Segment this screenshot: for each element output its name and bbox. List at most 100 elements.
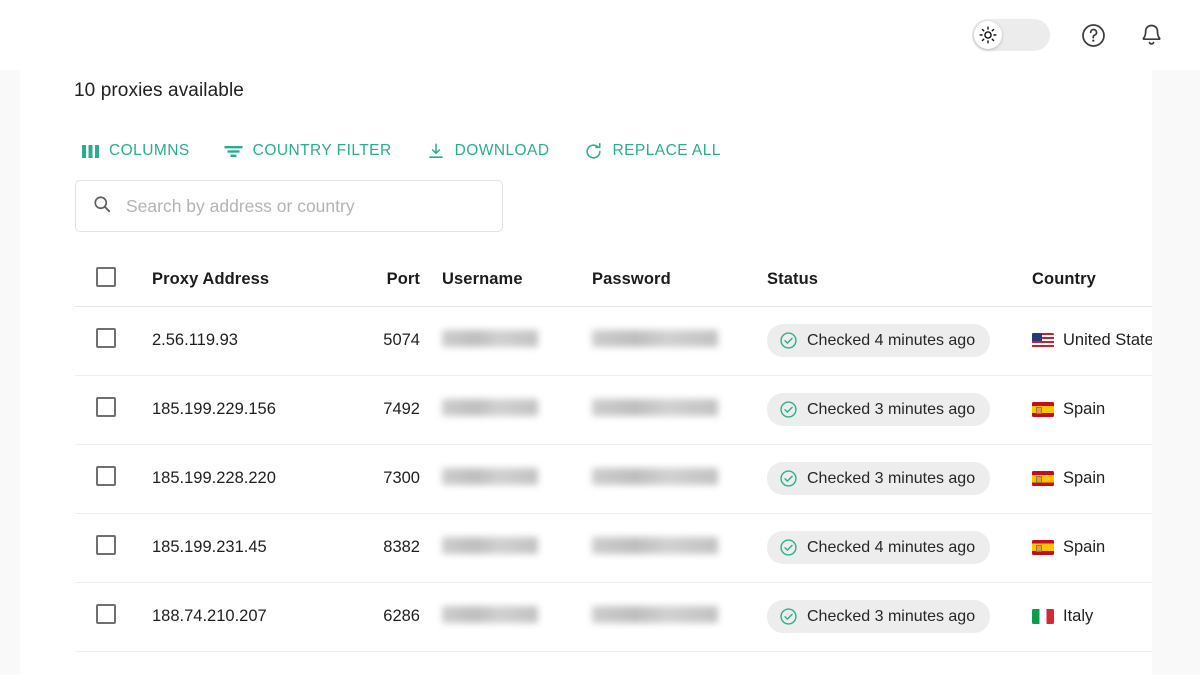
cell-country: Italy xyxy=(1032,582,1152,651)
row-checkbox[interactable] xyxy=(96,466,116,486)
cell-password xyxy=(592,444,767,513)
redacted-username xyxy=(442,398,538,416)
column-header-username[interactable]: Username xyxy=(420,253,592,306)
status-label: Checked 4 minutes ago xyxy=(807,538,976,556)
country-label: Italy xyxy=(1063,607,1094,625)
country-label: United States xyxy=(1063,331,1152,349)
country-label: Spain xyxy=(1063,538,1106,556)
help-circle-icon xyxy=(1081,23,1105,47)
flag-icon-es xyxy=(1032,540,1054,555)
cell-status: Checked 4 minutes ago xyxy=(767,306,1032,375)
cell-port: 5074 xyxy=(383,331,420,349)
country-filter-button[interactable]: COUNTRY FILTER xyxy=(216,136,400,166)
cell-username xyxy=(420,582,592,651)
redacted-username xyxy=(442,329,538,347)
country-filter-button-label: COUNTRY FILTER xyxy=(252,142,392,159)
row-select-cell xyxy=(75,306,152,375)
cell-password xyxy=(592,513,767,582)
table-header-row: Proxy Address Port Username Password Sta… xyxy=(75,253,1152,306)
download-button-label: DOWNLOAD xyxy=(454,142,550,159)
search-field-container[interactable] xyxy=(75,180,503,232)
help-button[interactable] xyxy=(1078,20,1108,50)
cell-username xyxy=(420,513,592,582)
bell-icon xyxy=(1142,24,1161,45)
table-row[interactable]: 2.56.119.93 5074 Checked 4 minutes ago U… xyxy=(75,306,1152,375)
column-header-proxy-address[interactable]: Proxy Address xyxy=(152,253,365,306)
column-header-country[interactable]: Country xyxy=(1032,253,1152,306)
download-icon xyxy=(426,141,446,161)
cell-proxy-address: 188.74.210.207 xyxy=(152,607,267,625)
replace-all-button[interactable]: REPLACE ALL xyxy=(576,136,729,166)
cell-status: Checked 3 minutes ago xyxy=(767,375,1032,444)
table-row[interactable]: 185.199.228.220 7300 Checked 3 minutes a… xyxy=(75,444,1152,513)
flag-icon-es xyxy=(1032,471,1054,486)
flag-icon-us xyxy=(1032,333,1054,348)
proxies-table: Proxy Address Port Username Password Sta… xyxy=(75,253,1152,652)
redacted-password xyxy=(592,467,718,485)
redacted-password xyxy=(592,329,718,347)
cell-status: Checked 3 minutes ago xyxy=(767,582,1032,651)
status-label: Checked 3 minutes ago xyxy=(807,469,976,487)
redacted-username xyxy=(442,467,538,485)
cell-password xyxy=(592,375,767,444)
table-row[interactable]: 185.199.229.156 7492 Checked 3 minutes a… xyxy=(75,375,1152,444)
row-checkbox[interactable] xyxy=(96,604,116,624)
row-checkbox[interactable] xyxy=(96,328,116,348)
status-badge: Checked 4 minutes ago xyxy=(767,531,991,564)
status-label: Checked 4 minutes ago xyxy=(807,331,976,349)
check-circle-icon xyxy=(780,470,797,487)
column-header-status[interactable]: Status xyxy=(767,253,1032,306)
columns-button[interactable]: COLUMNS xyxy=(72,136,198,166)
column-header-password[interactable]: Password xyxy=(592,253,767,306)
cell-username xyxy=(420,306,592,375)
check-circle-icon xyxy=(780,332,797,349)
app-header xyxy=(0,0,1200,70)
cell-country: United States xyxy=(1032,306,1152,375)
proxies-card: 10 proxies available COLUMNS COUNTRY FIL… xyxy=(20,70,1152,675)
row-checkbox[interactable] xyxy=(96,535,116,555)
search-input[interactable] xyxy=(126,195,486,217)
cell-country: Spain xyxy=(1032,375,1152,444)
row-select-cell xyxy=(75,375,152,444)
column-header-port[interactable]: Port xyxy=(365,253,420,306)
redacted-password xyxy=(592,605,718,623)
redacted-username xyxy=(442,605,538,623)
status-badge: Checked 3 minutes ago xyxy=(767,462,991,495)
cell-proxy-address: 2.56.119.93 xyxy=(152,331,238,349)
filter-icon xyxy=(224,141,244,161)
row-select-cell xyxy=(75,444,152,513)
cell-port: 6286 xyxy=(383,607,420,625)
status-badge: Checked 3 minutes ago xyxy=(767,600,991,633)
status-label: Checked 3 minutes ago xyxy=(807,607,976,625)
proxy-count-label: 10 proxies available xyxy=(74,80,244,101)
columns-icon xyxy=(80,141,100,161)
row-select-cell xyxy=(75,582,152,651)
cell-username xyxy=(420,375,592,444)
download-button[interactable]: DOWNLOAD xyxy=(418,136,558,166)
select-all-header xyxy=(75,253,152,306)
cell-password xyxy=(592,306,767,375)
table-head: Proxy Address Port Username Password Sta… xyxy=(75,253,1152,306)
cell-proxy-address: 185.199.228.220 xyxy=(152,469,276,487)
status-label: Checked 3 minutes ago xyxy=(807,400,976,418)
replace-all-button-label: REPLACE ALL xyxy=(612,142,721,159)
table-toolbar: COLUMNS COUNTRY FILTER DOWNLOAD REPLACE … xyxy=(72,136,729,166)
notifications-button[interactable] xyxy=(1136,20,1166,50)
table-row[interactable]: 185.199.231.45 8382 Checked 4 minutes ag… xyxy=(75,513,1152,582)
select-all-checkbox[interactable] xyxy=(96,266,116,287)
theme-toggle-switch[interactable] xyxy=(972,19,1050,51)
cell-status: Checked 3 minutes ago xyxy=(767,444,1032,513)
table-row[interactable]: 188.74.210.207 6286 Checked 3 minutes ag… xyxy=(75,582,1152,651)
columns-button-label: COLUMNS xyxy=(109,142,190,159)
cell-country: Spain xyxy=(1032,444,1152,513)
theme-toggle-thumb xyxy=(974,21,1002,49)
cell-port: 8382 xyxy=(383,538,420,556)
redacted-password xyxy=(592,536,718,554)
status-badge: Checked 4 minutes ago xyxy=(767,324,991,357)
country-label: Spain xyxy=(1063,400,1106,418)
cell-username xyxy=(420,444,592,513)
search-icon xyxy=(92,194,112,219)
sun-icon xyxy=(979,26,997,44)
cell-port: 7300 xyxy=(383,469,420,487)
row-checkbox[interactable] xyxy=(96,397,116,417)
